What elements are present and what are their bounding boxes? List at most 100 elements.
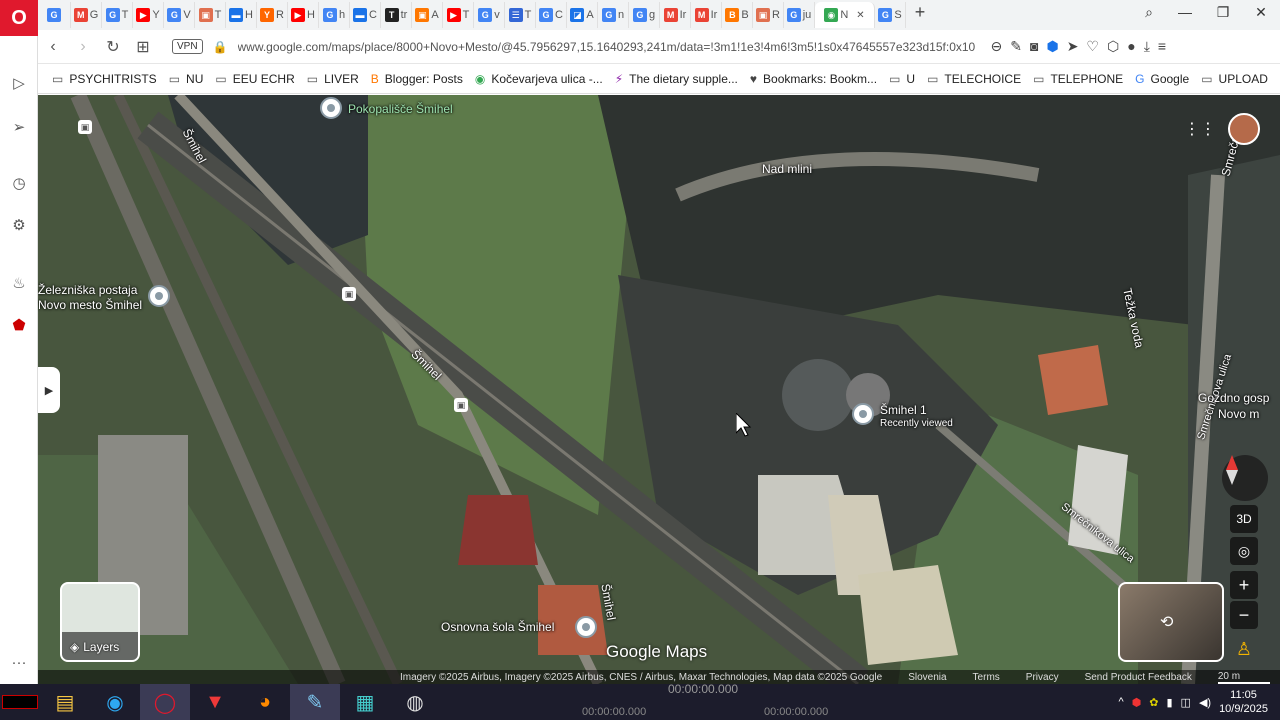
opera-browser-icon[interactable]: ◯: [140, 684, 190, 720]
bulb-icon[interactable]: ♨: [9, 274, 29, 294]
browser-tab[interactable]: YR: [257, 2, 288, 28]
map-label-school[interactable]: Osnovna šola Šmihel: [441, 620, 554, 634]
close-tab-icon[interactable]: ✕: [856, 10, 864, 21]
download-icon[interactable]: ⤓: [1144, 38, 1150, 55]
lock-icon[interactable]: 🔒: [213, 40, 228, 54]
bookmark-item[interactable]: ▭ EEU ECHR: [215, 72, 294, 86]
browser-tab[interactable]: ◪ A: [567, 2, 598, 28]
browser-tab[interactable]: ▣ R: [753, 2, 784, 28]
edit-icon[interactable]: ✎: [1010, 38, 1022, 55]
browser-tab[interactable]: Gg: [629, 2, 660, 28]
bus-stop-icon[interactable]: ▣: [454, 398, 468, 412]
url-field[interactable]: www.google.com/maps/place/8000+Novo+Mest…: [238, 40, 983, 54]
tray-app-icon[interactable]: ✿: [1149, 696, 1158, 709]
selected-place-pin-icon[interactable]: [852, 403, 874, 425]
vpn-badge[interactable]: VPN: [172, 39, 203, 54]
expand-sidepanel-button[interactable]: ▶: [38, 367, 60, 413]
train-station-icon[interactable]: ▣: [78, 120, 92, 134]
player-icon[interactable]: ▷: [9, 74, 29, 94]
camera-icon[interactable]: ◙: [1030, 38, 1038, 55]
menu-icon[interactable]: ≡: [1158, 38, 1166, 55]
bookmark-item[interactable]: ▭ TELEPHONE: [1033, 72, 1123, 86]
bookmark-item[interactable]: ◉ Kočevarjeva ulica -...: [475, 72, 603, 86]
video-editor-icon[interactable]: ▦: [340, 684, 390, 720]
account-avatar[interactable]: [1228, 113, 1260, 145]
bus-stop-icon[interactable]: ▣: [342, 287, 356, 301]
volume-icon[interactable]: ◀): [1199, 696, 1211, 709]
bookmark-item[interactable]: ▭ UPLOAD: [1201, 72, 1268, 86]
bookmark-item[interactable]: ⚡ The dietary supple...: [615, 72, 738, 86]
map-label-gozdno[interactable]: Gozdno gosp: [1198, 391, 1269, 405]
reload-button[interactable]: ↻: [98, 37, 128, 57]
browser-tab[interactable]: ▶ Y: [133, 2, 164, 28]
privacy-link[interactable]: Privacy: [1026, 672, 1059, 683]
history-icon[interactable]: ◷: [9, 174, 29, 194]
compass-control[interactable]: [1222, 455, 1268, 501]
browser-tab[interactable]: Ttr: [381, 2, 412, 28]
send-icon[interactable]: ➢: [9, 118, 29, 138]
obs-studio-icon[interactable]: ◍: [390, 684, 440, 720]
bookmark-item[interactable]: ▭ TELECHOICE: [927, 72, 1021, 86]
cube-icon[interactable]: ⬡: [1107, 38, 1119, 55]
bookmark-item[interactable]: ▭ NU: [169, 72, 204, 86]
browser-tab[interactable]: ▶ T: [443, 2, 474, 28]
tab-google-maps-active[interactable]: ◉ N ✕: [815, 2, 875, 28]
map-label-station[interactable]: Železniška postaja Novo mesto Šmihel: [38, 283, 142, 313]
zoom-in-button[interactable]: +: [1230, 571, 1258, 599]
map-label-smihel-1[interactable]: Šmihel 1: [880, 403, 927, 417]
network-icon[interactable]: ◫: [1181, 696, 1191, 709]
forward-button[interactable]: ›: [68, 38, 98, 56]
browser-tab[interactable]: Gv: [474, 2, 505, 28]
bookmark-item[interactable]: ♥ Bookmarks: Bookm...: [750, 72, 877, 86]
paint-app-icon[interactable]: ✎: [290, 684, 340, 720]
terms-link[interactable]: Terms: [973, 672, 1000, 683]
browser-tab[interactable]: ▣ A: [412, 2, 443, 28]
country-link[interactable]: Slovenia: [908, 672, 946, 683]
pegman-icon[interactable]: ♙: [1230, 635, 1258, 663]
browser-tab[interactable]: GS: [875, 2, 906, 28]
ublock-icon[interactable]: ⬟: [9, 316, 29, 336]
taskbar-clock[interactable]: 11:05 10/9/2025: [1219, 688, 1268, 716]
browser-tab[interactable]: GT: [102, 2, 133, 28]
browser-tab[interactable]: GC: [536, 2, 567, 28]
browser-tab[interactable]: Gju: [784, 2, 815, 28]
heart-icon[interactable]: ♡: [1086, 38, 1099, 55]
bookmark-item[interactable]: ▭ LIVER: [307, 72, 359, 86]
map-label-cemetery[interactable]: Pokopališče Šmihel: [348, 102, 453, 116]
school-pin-icon[interactable]: [575, 616, 597, 638]
new-tab-button[interactable]: +: [906, 2, 934, 28]
browser-tab[interactable]: ▬ H: [226, 2, 257, 28]
bookmark-item[interactable]: ▭ PSYCHITRISTS: [52, 72, 157, 86]
station-pin-icon[interactable]: [148, 285, 170, 307]
browser-tab[interactable]: G: [40, 2, 71, 28]
minimize-button[interactable]: —: [1170, 4, 1200, 20]
browser-tab[interactable]: M Ir: [660, 2, 691, 28]
bookmark-item[interactable]: B Blogger: Posts: [371, 72, 463, 86]
tabs-grid-icon[interactable]: ⊞: [128, 37, 158, 57]
search-tabs-icon[interactable]: ⌕: [1134, 4, 1164, 21]
more-icon[interactable]: ···: [9, 654, 29, 674]
browser-tab[interactable]: Gh: [319, 2, 350, 28]
feedback-link[interactable]: Send Product Feedback: [1085, 672, 1192, 683]
taskbar-thumbnail[interactable]: [0, 684, 40, 720]
vivaldi-browser-icon[interactable]: ▼: [190, 684, 240, 720]
tray-device-icon[interactable]: ▮: [1166, 696, 1172, 709]
browser-tab[interactable]: ▶ H: [288, 2, 319, 28]
my-location-icon[interactable]: ◎: [1230, 537, 1258, 565]
shield-icon[interactable]: ⬢: [1046, 38, 1058, 55]
browser-tab[interactable]: ▬ C: [350, 2, 381, 28]
scale-bar[interactable]: 20 m: [1217, 671, 1271, 684]
browser-tab[interactable]: BB: [722, 2, 753, 28]
bookmark-item[interactable]: G Google: [1135, 72, 1189, 86]
browser-tab[interactable]: ▣ T: [195, 2, 226, 28]
bookmark-item[interactable]: ▭ U: [889, 72, 915, 86]
zoom-icon[interactable]: ⊖: [991, 38, 1003, 55]
profile-icon[interactable]: ●: [1127, 38, 1135, 55]
browser-tab[interactable]: GV: [164, 2, 195, 28]
cemetery-pin-icon[interactable]: [320, 97, 342, 119]
tray-app-icon[interactable]: ⬢: [1132, 696, 1142, 709]
satellite-map[interactable]: Pokopališče Šmihel ▣ Železniška postaja …: [38, 95, 1280, 684]
maximize-button[interactable]: ❐: [1208, 4, 1238, 21]
map-label-novo-m[interactable]: Novo m: [1218, 407, 1259, 421]
3d-toggle-button[interactable]: 3D: [1230, 505, 1258, 533]
